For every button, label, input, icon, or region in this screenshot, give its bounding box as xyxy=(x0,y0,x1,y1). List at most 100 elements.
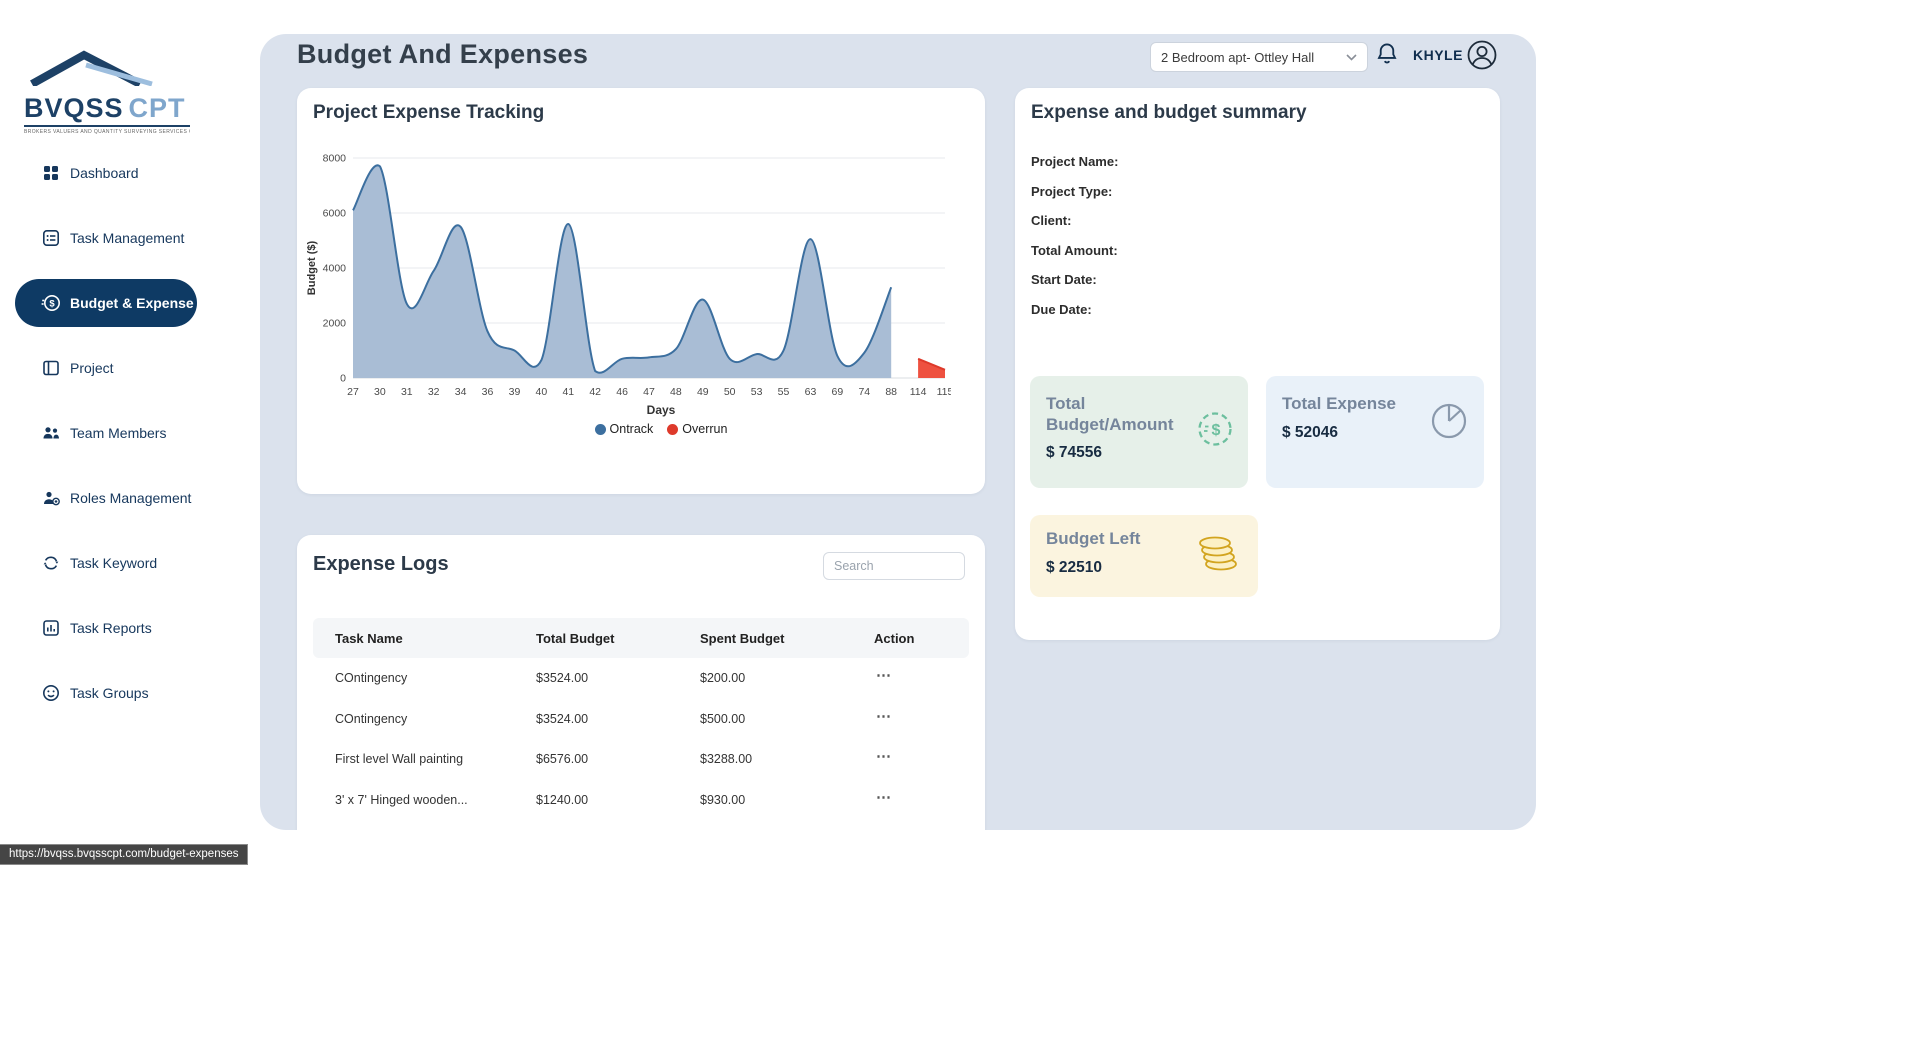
cell-total-budget: $1240.00 xyxy=(536,792,589,807)
search-input[interactable] xyxy=(823,552,965,580)
legend-label-overrun: Overrun xyxy=(682,422,728,436)
cell-spent-budget: $500.00 xyxy=(700,711,746,726)
table-row: 3' x 7' Hinged wooden... $1240.00 $930.0… xyxy=(313,780,969,821)
tile-label: Budget Left xyxy=(1046,529,1141,548)
svg-text:114: 114 xyxy=(910,386,927,398)
sidebar-item-label: Budget & Expense xyxy=(70,295,194,311)
cell-spent-budget: $3288.00 xyxy=(700,752,753,767)
svg-text:36: 36 xyxy=(482,386,494,398)
svg-text:30: 30 xyxy=(374,386,386,398)
svg-text:50: 50 xyxy=(724,386,736,398)
chart-zone: Budget ($) 0 2000 4000 6000 8000 27 30 31 32 34 36… xyxy=(306,150,969,402)
svg-text:41: 41 xyxy=(562,386,574,398)
pie-chart-icon xyxy=(1431,403,1467,439)
logo-rule xyxy=(24,125,190,127)
legend-item-ontrack: Ontrack xyxy=(594,422,654,436)
field-label-total-amount: Total Amount: xyxy=(1031,242,1118,258)
y-axis-label: Budget ($) xyxy=(306,240,318,296)
task-reports-icon xyxy=(43,620,59,636)
col-task-name: Task Name xyxy=(335,630,403,646)
logo-primary: BVQSS xyxy=(24,93,124,123)
cell-task-name: COntingency xyxy=(335,671,408,686)
svg-text:49: 49 xyxy=(697,386,709,398)
svg-text:63: 63 xyxy=(805,386,817,398)
tile-total-expense: Total Expense $ 52046 xyxy=(1266,376,1484,488)
svg-text:2000: 2000 xyxy=(323,318,347,330)
sidebar-item-dashboard[interactable]: Dashboard xyxy=(15,149,197,197)
svg-text:32: 32 xyxy=(428,386,440,398)
svg-text:53: 53 xyxy=(751,386,763,398)
svg-text:39: 39 xyxy=(509,386,521,398)
table-row: COntingency $3524.00 $200.00 ⋯ xyxy=(313,658,969,699)
field-label-project-name: Project Name: xyxy=(1031,154,1119,169)
cell-spent-budget: $200.00 xyxy=(700,671,746,686)
summary-card: Expense and budget summary Project Name:… xyxy=(1015,88,1500,640)
legend-item-overrun: Overrun xyxy=(667,422,727,436)
svg-text:27: 27 xyxy=(347,386,359,398)
sidebar-item-task-reports[interactable]: Task Reports xyxy=(15,604,197,652)
row-actions-button[interactable]: ⋯ xyxy=(874,666,969,690)
svg-text:42: 42 xyxy=(589,386,601,398)
sidebar-item-team-members[interactable]: Team Members xyxy=(15,409,197,457)
roles-management-icon xyxy=(44,491,60,506)
chart-title: Project Expense Tracking xyxy=(313,102,545,123)
table-row: First level Wall painting $6576.00 $3288… xyxy=(313,739,969,780)
sidebar-item-label: Project xyxy=(70,360,114,376)
svg-text:69: 69 xyxy=(832,386,844,398)
dashboard-icon xyxy=(44,166,58,180)
field-label-project-type: Project Type: xyxy=(1031,183,1113,199)
sidebar-item-task-groups[interactable]: Task Groups xyxy=(15,669,197,717)
cell-spent-budget: $930.00 xyxy=(700,792,746,807)
table-row: COntingency $3524.00 $500.00 ⋯ xyxy=(313,699,969,740)
svg-text:$: $ xyxy=(49,299,55,310)
row-actions-button[interactable]: ⋯ xyxy=(874,747,969,771)
logo-text: BVQSS CPT xyxy=(24,93,190,124)
row-actions-button[interactable]: ⋯ xyxy=(874,707,969,731)
logo-secondary: CPT xyxy=(128,93,186,123)
legend-dot-ontrack xyxy=(594,423,606,435)
tile-label: Total Budget/Amount xyxy=(1046,394,1174,434)
svg-text:34: 34 xyxy=(455,386,467,398)
col-total-budget: Total Budget xyxy=(536,630,615,646)
expense-table: Task Name Total Budget Spent Budget Acti… xyxy=(313,618,969,820)
svg-text:55: 55 xyxy=(778,386,790,398)
sidebar-item-label: Task Keyword xyxy=(70,555,158,571)
sidebar-item-project[interactable]: Project xyxy=(15,344,197,392)
cell-total-budget: $3524.00 xyxy=(536,711,589,726)
expense-table-header: Task Name Total Budget Spent Budget Acti… xyxy=(313,618,969,658)
svg-text:4000: 4000 xyxy=(323,263,347,275)
svg-text:48: 48 xyxy=(670,386,682,398)
bell-icon xyxy=(1377,43,1397,64)
summary-title: Expense and budget summary xyxy=(1031,102,1307,123)
row-actions-button[interactable]: ⋯ xyxy=(874,788,969,812)
sidebar-item-label: Task Management xyxy=(70,230,185,246)
svg-text:8000: 8000 xyxy=(323,153,347,165)
svg-text:46: 46 xyxy=(616,386,628,398)
tile-total-budget: Total Budget/Amount $ 74556 $ xyxy=(1030,376,1248,488)
main-panel: Budget And Expenses 2 Bedroom apt- Ottle… xyxy=(260,34,1536,830)
svg-text:6000: 6000 xyxy=(323,208,347,220)
project-selector[interactable]: 2 Bedroom apt- Ottley Hall xyxy=(1150,42,1368,72)
sidebar-menu: Dashboard Task Management $ Budget & Exp… xyxy=(15,149,197,717)
sidebar: BVQSS CPT BROKERS VALUERS AND QUANTITY SU… xyxy=(0,0,260,1059)
sidebar-item-task-keyword[interactable]: Task Keyword xyxy=(15,539,197,587)
tile-budget-left: Budget Left $ 22510 xyxy=(1030,515,1258,597)
svg-text:74: 74 xyxy=(858,386,870,398)
field-label-due-date: Due Date: xyxy=(1031,301,1092,317)
task-management-icon xyxy=(42,229,59,246)
col-spent-budget: Spent Budget xyxy=(700,630,785,646)
sidebar-item-roles-management[interactable]: Roles Management xyxy=(15,474,197,522)
sidebar-item-task-management[interactable]: Task Management xyxy=(15,214,197,262)
project-expense-tracking-card: Project Expense Tracking Budget ($) 0 200… xyxy=(297,88,985,494)
avatar[interactable] xyxy=(1466,39,1498,76)
svg-text:$: $ xyxy=(1212,422,1221,439)
legend-dot-overrun xyxy=(667,423,679,435)
task-groups-icon xyxy=(43,685,59,701)
legend-label-ontrack: Ontrack xyxy=(609,422,654,436)
col-action: Action xyxy=(874,630,915,646)
app-logo[interactable]: BVQSS CPT BROKERS VALUERS AND QUANTITY SU… xyxy=(24,48,190,135)
sidebar-item-budget-expense[interactable]: $ Budget & Expense xyxy=(15,279,197,327)
project-selector-value: 2 Bedroom apt- Ottley Hall xyxy=(1161,49,1315,65)
notification-bell-button[interactable] xyxy=(1374,41,1400,72)
logo-roof-icon xyxy=(30,50,153,88)
